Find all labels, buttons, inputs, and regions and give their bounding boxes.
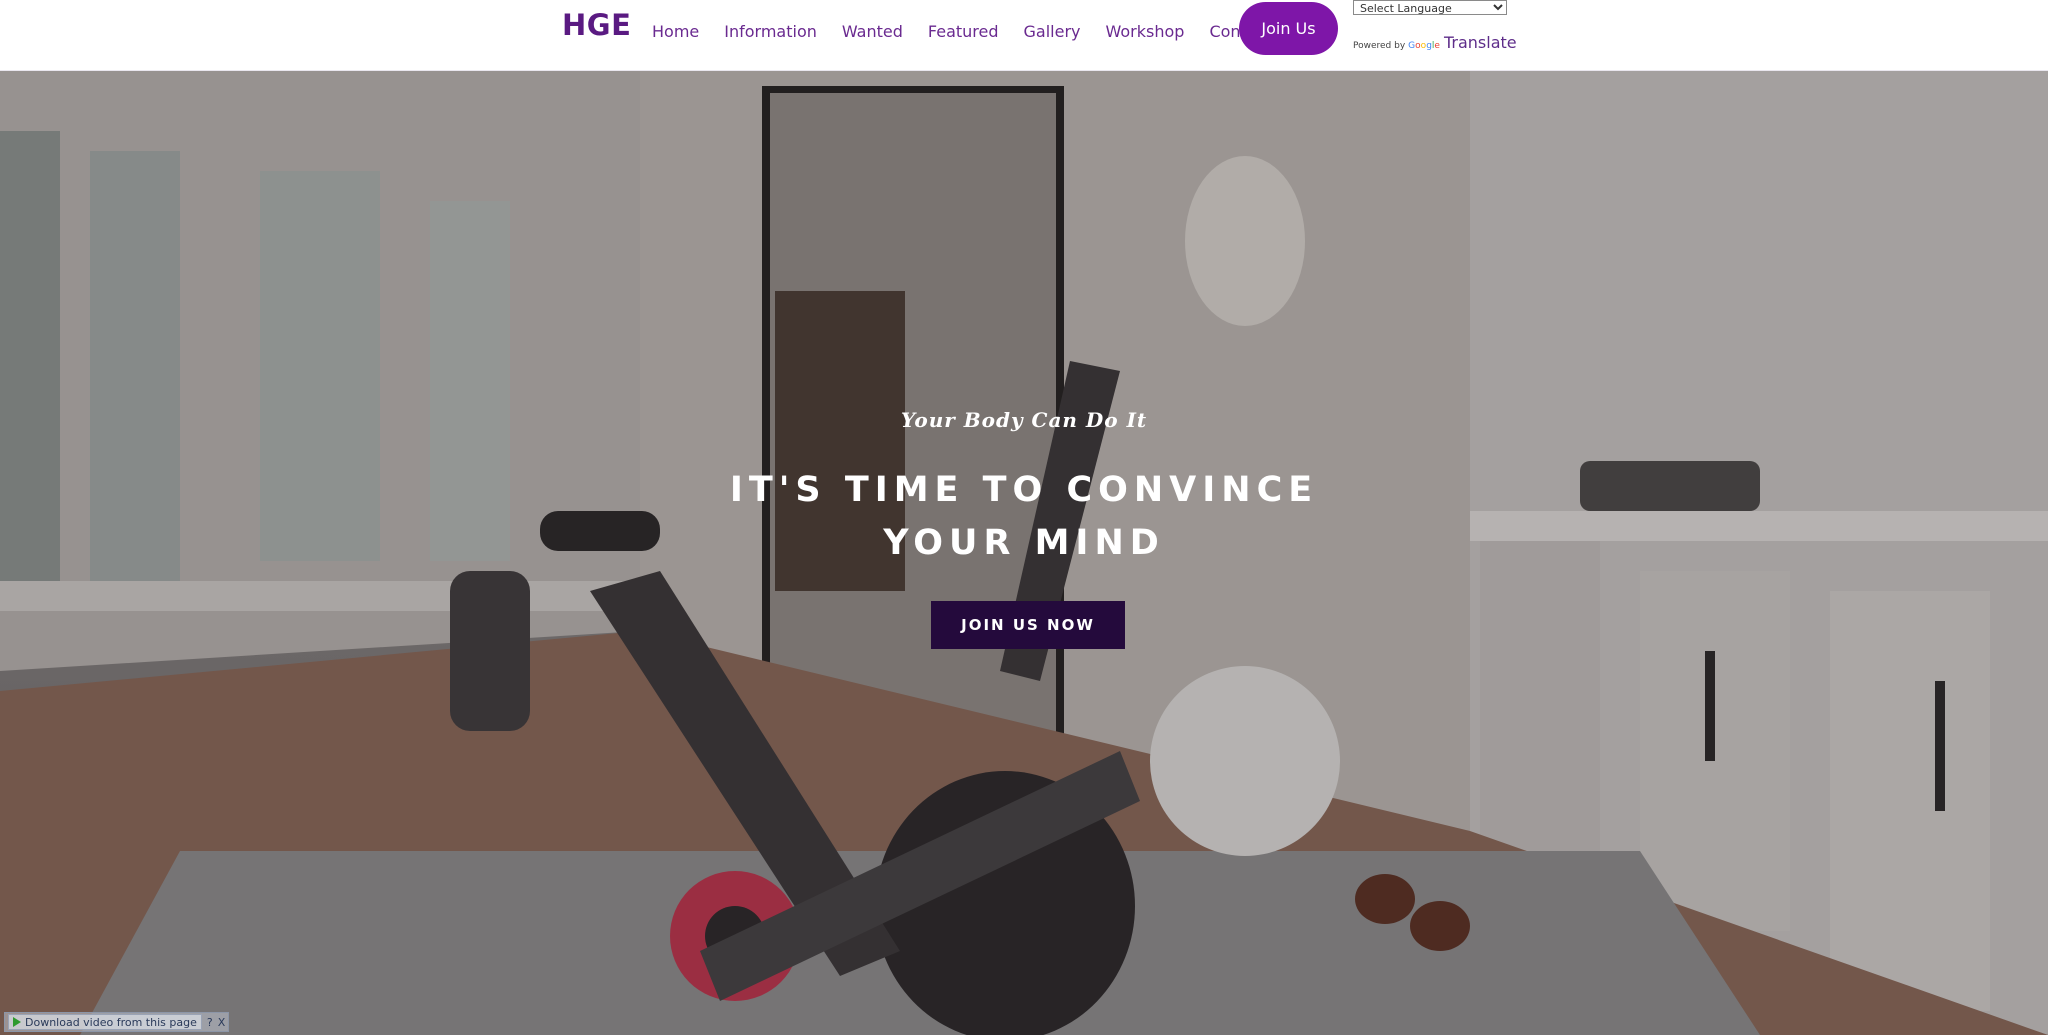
hero-headline: IT'S TIME TO CONVINCE YOUR MIND [729, 470, 1319, 563]
download-video-button[interactable]: Download video from this page [8, 1014, 202, 1030]
nav-gallery[interactable]: Gallery [1024, 22, 1081, 41]
nav-home[interactable]: Home [652, 22, 699, 41]
hero-section: Your Body Can Do It IT'S TIME TO CONVINC… [0, 71, 2048, 1035]
site-header: HGE Home Information Wanted Featured Gal… [0, 0, 2048, 71]
download-video-label: Download video from this page [25, 1015, 197, 1029]
powered-by-label: Powered by [1353, 41, 1406, 51]
close-icon[interactable]: X [218, 1016, 226, 1029]
nav-wanted[interactable]: Wanted [842, 22, 903, 41]
nav-information[interactable]: Information [724, 22, 817, 41]
main-nav: Home Information Wanted Featured Gallery… [652, 22, 1297, 41]
play-icon [13, 1017, 21, 1027]
join-us-now-button[interactable]: JOIN US NOW [931, 601, 1125, 649]
nav-workshop[interactable]: Workshop [1106, 22, 1185, 41]
google-logo: Google [1408, 41, 1440, 51]
video-download-bar: Download video from this page ? X [4, 1012, 230, 1032]
translate-link[interactable]: Translate [1444, 33, 1517, 52]
hero-tagline: Your Body Can Do It [900, 408, 1148, 432]
join-us-button[interactable]: Join Us [1239, 2, 1338, 55]
google-translate-credit: Powered by Google Translate [1353, 33, 1517, 52]
site-logo[interactable]: HGE [562, 8, 631, 42]
language-select[interactable]: Select Language [1353, 0, 1507, 15]
nav-featured[interactable]: Featured [928, 22, 999, 41]
help-icon[interactable]: ? [207, 1016, 213, 1029]
